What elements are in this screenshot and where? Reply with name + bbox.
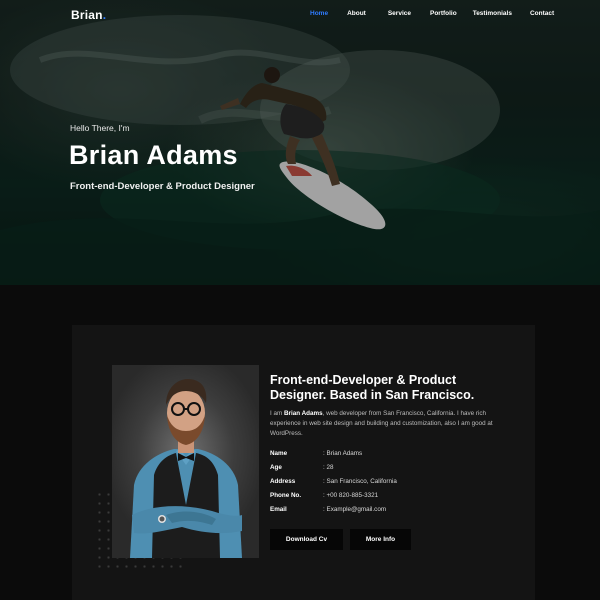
- brand-logo[interactable]: Brian.: [71, 8, 106, 22]
- detail-label: Address: [270, 478, 296, 485]
- profile-photo-illustration: [130, 379, 242, 558]
- about-intro: I am Brian Adams, web developer from San…: [270, 409, 500, 439]
- hero-role: Front-end-Developer & Product Designer: [70, 181, 255, 192]
- intro-name: Brian Adams: [284, 410, 323, 417]
- top-navbar: Brian. Home About Service Portfolio Test…: [0, 0, 600, 30]
- nav-item-about[interactable]: About: [347, 10, 366, 17]
- detail-value: : San Francisco, California: [323, 478, 397, 485]
- logo-text[interactable]: Brian: [71, 8, 103, 22]
- nav-item-portfolio[interactable]: Portfolio: [430, 10, 457, 17]
- detail-label: Phone No.: [270, 492, 302, 499]
- detail-label: Age: [270, 464, 282, 471]
- detail-label: Email: [270, 506, 287, 513]
- detail-value: : Brian Adams: [323, 450, 363, 457]
- logo-dot: .: [102, 8, 107, 22]
- about-title: Front-end-Developer & Product Designer. …: [270, 373, 475, 402]
- detail-value: : +00 820-885-3321: [323, 492, 379, 499]
- download-cv-button[interactable]: Download Cv: [270, 529, 343, 550]
- intro-prefix: I am: [270, 410, 284, 417]
- hero-section: Brian. Home About Service Portfolio Test…: [0, 0, 600, 285]
- detail-value: : 28: [323, 464, 334, 471]
- nav-menu: Home About Service Portfolio Testimonial…: [310, 10, 554, 17]
- detail-value[interactable]: : Example@gmail.com: [323, 506, 463, 513]
- hero-name: Brian Adams: [69, 140, 238, 170]
- hero-greeting: Hello There, I'm: [70, 123, 130, 133]
- nav-item-home[interactable]: Home: [310, 10, 328, 17]
- detail-label: Name: [270, 450, 288, 457]
- nav-item-contact[interactable]: Contact: [530, 10, 554, 17]
- nav-item-service[interactable]: Service: [388, 10, 411, 17]
- profile-photo: [112, 365, 259, 558]
- more-info-button[interactable]: More Info: [350, 529, 411, 550]
- nav-item-testimonials[interactable]: Testimonials: [473, 10, 512, 17]
